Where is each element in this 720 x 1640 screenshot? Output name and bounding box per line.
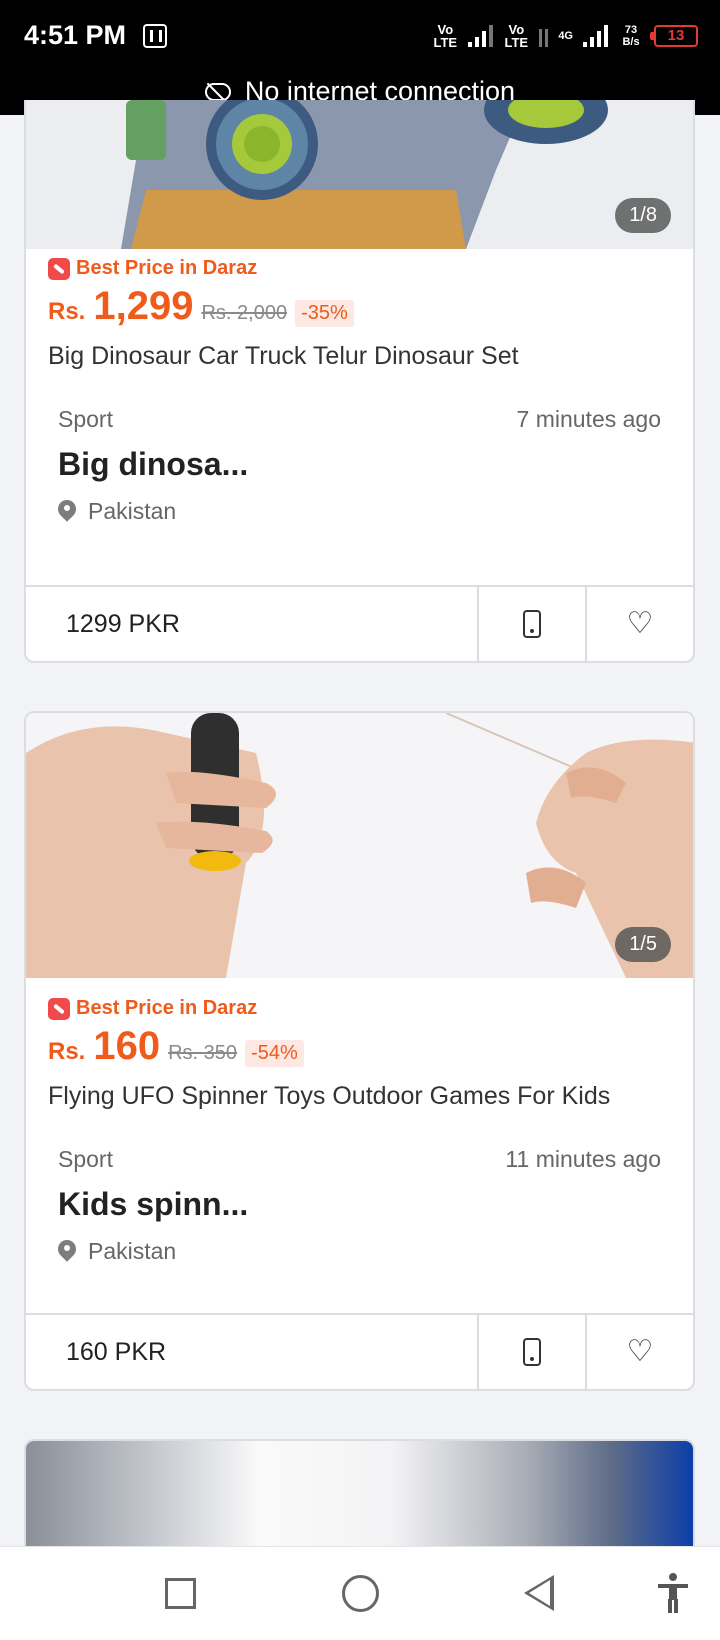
home-icon[interactable]	[342, 1575, 379, 1612]
heart-icon: ♡	[626, 607, 654, 640]
current-price: 160	[93, 1024, 161, 1068]
listing-time: 11 minutes ago	[505, 1146, 661, 1172]
daraz-badge: Best Price in Daraz	[48, 257, 257, 280]
system-nav-bar	[0, 1546, 720, 1640]
price-row: Rs. 1,299 Rs. 2,000 -35%	[48, 284, 354, 329]
accessibility-icon[interactable]	[656, 1573, 690, 1613]
listing-title[interactable]: Big dinosa...	[58, 446, 248, 483]
listing-category: Sport	[58, 1146, 113, 1172]
status-icons: Vo LTE Vo LTE 4G 73 B/s 13	[432, 20, 698, 52]
listing-card[interactable]: 1/8 Best Price in Daraz Rs. 1,299 Rs. 2,…	[24, 100, 695, 663]
status-time: 4:51 PM	[24, 20, 127, 50]
call-button[interactable]	[477, 587, 585, 661]
favorite-button[interactable]: ♡	[585, 1315, 693, 1389]
footer-price: 1299 PKR	[66, 609, 180, 638]
heart-icon: ♡	[626, 1335, 654, 1368]
listing-category: Sport	[58, 406, 113, 432]
location-pin-icon	[58, 1240, 76, 1264]
daraz-logo-icon	[48, 257, 70, 280]
product-image[interactable]: 1/8	[26, 100, 693, 249]
network-type-label: 4G	[558, 30, 573, 42]
image-counter: 1/5	[615, 927, 671, 962]
price-row: Rs. 160 Rs. 350 -54%	[48, 1024, 304, 1069]
card-footer: 160 PKR ♡	[26, 1313, 693, 1389]
listing-title[interactable]: Kids spinn...	[58, 1186, 248, 1223]
listing-location: Pakistan	[58, 498, 176, 525]
daraz-badge: Best Price in Daraz	[48, 997, 257, 1020]
product-image[interactable]: 1/5	[26, 713, 693, 978]
price-currency: Rs.	[48, 1038, 86, 1065]
discount-badge: -54%	[245, 1040, 304, 1067]
discount-badge: -35%	[295, 300, 354, 327]
volte-2-label: Vo LTE	[504, 22, 529, 50]
card-footer: 1299 PKR ♡	[26, 585, 693, 661]
phone-icon	[523, 610, 541, 638]
listing-location: Pakistan	[58, 1238, 176, 1265]
daraz-badge-text: Best Price in Daraz	[76, 997, 258, 1019]
product-title[interactable]: Flying UFO Spinner Toys Outdoor Games Fo…	[48, 1082, 677, 1114]
signal-2-icon	[583, 25, 608, 47]
current-price: 1,299	[93, 284, 194, 328]
daraz-logo-icon	[48, 997, 70, 1020]
location-text: Pakistan	[88, 1238, 177, 1264]
location-pin-icon	[58, 500, 76, 524]
volte-1-label: Vo LTE	[433, 22, 458, 50]
recent-apps-icon[interactable]	[165, 1578, 196, 1609]
notification-icon	[143, 24, 167, 48]
call-button[interactable]	[477, 1315, 585, 1389]
footer-price: 160 PKR	[66, 1337, 167, 1366]
location-text: Pakistan	[88, 498, 177, 524]
product-photo-illustration	[26, 713, 693, 978]
image-counter: 1/8	[615, 198, 671, 233]
original-price: Rs. 2,000	[201, 302, 288, 324]
listing-time: 7 minutes ago	[516, 406, 661, 432]
signal-1-icon	[468, 25, 494, 47]
original-price: Rs. 350	[168, 1042, 238, 1064]
network-speed-label: 73 B/s	[622, 24, 640, 48]
back-icon[interactable]	[524, 1575, 554, 1611]
status-bar: 4:51 PM Vo LTE Vo LTE 4G 73 B/s 13 No in…	[0, 0, 720, 115]
phone-icon	[523, 1338, 541, 1366]
listing-card[interactable]: 1/5 Best Price in Daraz Rs. 160 Rs. 350 …	[24, 711, 695, 1391]
data-arrows-icon	[539, 25, 549, 47]
favorite-button[interactable]: ♡	[585, 587, 693, 661]
product-title[interactable]: Big Dinosaur Car Truck Telur Dinosaur Se…	[48, 342, 677, 374]
price-currency: Rs.	[48, 298, 86, 325]
product-photo-illustration	[26, 100, 693, 249]
cloud-off-icon	[204, 82, 231, 101]
battery-icon: 13	[650, 25, 698, 47]
daraz-badge-text: Best Price in Daraz	[76, 257, 258, 279]
